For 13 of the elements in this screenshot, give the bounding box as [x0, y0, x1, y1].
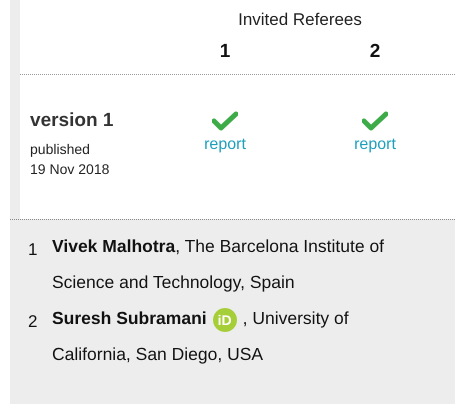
referee-affiliation: Suresh Subramani iD , University of California, San Diego, USA [52, 307, 350, 366]
table-heading: Invited Referees [237, 9, 363, 31]
referee-affiliation: Vivek Malhotra, The Barcelona Institute of Science and Technology, Spain [52, 235, 386, 294]
published-label: published [30, 140, 90, 159]
referee-number: 1 [220, 40, 230, 64]
report-link[interactable]: report [354, 134, 396, 156]
publish-date: 19 Nov 2018 [30, 160, 110, 179]
orcid-badge[interactable]: iD [212, 308, 237, 332]
referee-number: 2 [28, 311, 38, 333]
referee-number: 1 [28, 239, 38, 261]
report-link[interactable]: report [204, 134, 246, 156]
referee-number: 2 [370, 40, 380, 64]
version-label: version 1 [30, 109, 114, 133]
